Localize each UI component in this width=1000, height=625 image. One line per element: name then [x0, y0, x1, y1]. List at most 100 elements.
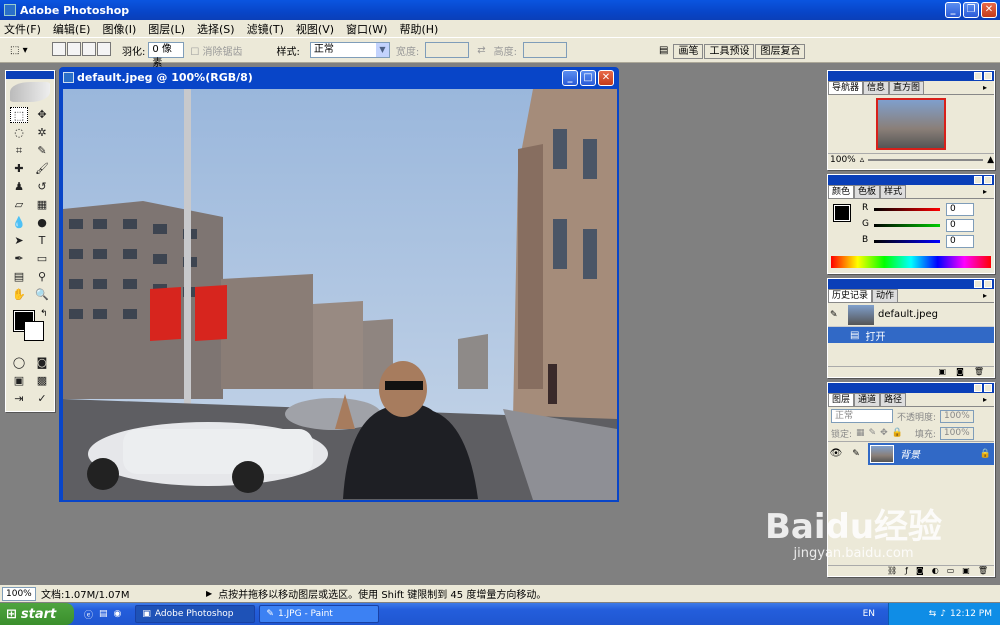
tab-paths[interactable]: 路径	[880, 393, 907, 406]
width-input[interactable]	[425, 42, 470, 58]
history-brush-source-icon[interactable]: ✎	[830, 310, 844, 320]
zoom-tool-icon[interactable]: 🔍	[33, 287, 51, 303]
panel-minimize-button[interactable]	[974, 384, 982, 392]
height-input[interactable]	[523, 42, 568, 58]
menu-window[interactable]: 窗口(W)	[346, 21, 387, 37]
color-foreground-swatch[interactable]	[833, 204, 851, 222]
menu-select[interactable]: 选择(S)	[197, 21, 235, 37]
history-panel-header[interactable]	[828, 279, 994, 289]
new-snapshot-icon[interactable]: ◙	[956, 367, 964, 377]
healing-brush-icon[interactable]: ✚	[10, 161, 28, 177]
lock-paint-icon[interactable]: ✎	[869, 428, 877, 438]
tab-actions[interactable]: 动作	[872, 289, 899, 302]
toolbox-header[interactable]	[6, 71, 54, 79]
blur-tool-icon[interactable]: 💧	[10, 215, 28, 231]
imageready-icon[interactable]: ⇥	[10, 391, 28, 407]
magic-wand-icon[interactable]: ✲	[33, 125, 51, 141]
panel-menu-icon[interactable]: ▸	[980, 290, 990, 302]
marquee-preset-icon[interactable]: ⬚ ▾	[10, 45, 40, 56]
crop-tool-icon[interactable]: ⌗	[10, 143, 28, 159]
color-spectrum-bar[interactable]	[831, 256, 991, 268]
move-tool-icon[interactable]: ✥	[33, 107, 51, 123]
intersect-selection-icon[interactable]	[97, 41, 111, 56]
status-doc-size[interactable]: 文档:1.07M/1.07M	[41, 586, 201, 601]
network-icon[interactable]: ⇆	[929, 609, 937, 619]
type-tool-icon[interactable]: T	[33, 233, 51, 249]
eyedropper-icon[interactable]: ⚲	[33, 269, 51, 285]
clock[interactable]: 12:12 PM	[950, 609, 992, 619]
panel-close-button[interactable]	[984, 280, 992, 288]
panel-menu-icon[interactable]: ▸	[980, 394, 990, 406]
gradient-tool-icon[interactable]: ▦	[33, 197, 51, 213]
antialias-checkbox[interactable]: ☐ 消除锯齿	[190, 43, 242, 58]
menu-image[interactable]: 图像(I)	[102, 21, 136, 37]
dodge-tool-icon[interactable]: ●	[33, 215, 51, 231]
delete-layer-icon[interactable]: 🗑	[978, 566, 988, 576]
tab-styles[interactable]: 样式	[880, 185, 907, 198]
menu-edit[interactable]: 编辑(E)	[53, 21, 91, 37]
slice-tool-icon[interactable]: ✎	[33, 143, 51, 159]
zoom-slider[interactable]	[868, 159, 984, 161]
menu-file[interactable]: 文件(F)	[4, 21, 41, 37]
panel-menu-icon[interactable]: ▸	[980, 186, 990, 198]
tab-swatches[interactable]: 色板	[854, 185, 881, 198]
tab-channels[interactable]: 通道	[854, 393, 881, 406]
lasso-tool-icon[interactable]: ◌	[10, 125, 28, 141]
volume-icon[interactable]: ♪	[940, 609, 946, 619]
tab-info[interactable]: 信息	[863, 81, 890, 94]
lock-move-icon[interactable]: ✥	[880, 428, 888, 438]
close-button[interactable]: ✕	[981, 2, 997, 18]
status-arrow-icon[interactable]: ▶	[206, 589, 212, 598]
navigator-thumbnail[interactable]	[876, 98, 946, 150]
restore-button[interactable]: ❐	[963, 2, 979, 18]
new-layer-icon[interactable]: ▣	[962, 566, 970, 576]
status-zoom-input[interactable]: 100%	[2, 586, 36, 601]
layer-style-icon[interactable]: ƒ	[905, 566, 908, 576]
desktop-quicklaunch-icon[interactable]: ▤	[99, 609, 108, 619]
swap-colors-icon[interactable]: ↰	[40, 309, 48, 319]
clone-stamp-icon[interactable]: ♟	[10, 179, 28, 195]
menu-filter[interactable]: 滤镜(T)	[247, 21, 284, 37]
zoom-out-icon[interactable]: ▵	[860, 155, 865, 165]
blend-mode-select[interactable]: 正常	[831, 409, 893, 423]
path-select-icon[interactable]: ➤	[10, 233, 28, 249]
doc-maximize-button[interactable]: □	[580, 70, 596, 86]
screen-mode-icon[interactable]: ▣	[10, 373, 28, 389]
swap-icon[interactable]: ⇄	[477, 45, 485, 56]
eye-icon[interactable]: 👁	[828, 448, 844, 459]
shape-tool-icon[interactable]: ▭	[33, 251, 51, 267]
palette-tab-layer-comps[interactable]: 图层复合	[755, 44, 806, 59]
navigator-zoom-value[interactable]: 100%	[830, 155, 856, 165]
layer-item-background[interactable]: 背景 🔒	[868, 442, 994, 465]
zoom-in-icon[interactable]: ▲	[987, 155, 994, 165]
notes-tool-icon[interactable]: ▤	[10, 269, 28, 285]
pen-tool-icon[interactable]: ✒	[10, 251, 28, 267]
layers-panel-header[interactable]	[828, 383, 994, 393]
language-indicator[interactable]: EN	[863, 609, 875, 619]
layer-row[interactable]: 👁 ✎ 背景 🔒	[828, 441, 994, 465]
tab-color[interactable]: 颜色	[828, 185, 855, 198]
history-brush-icon[interactable]: ↺	[33, 179, 51, 195]
panel-menu-icon[interactable]: ▸	[980, 82, 990, 94]
b-slider[interactable]	[874, 240, 940, 243]
new-group-icon[interactable]: ▭	[947, 566, 955, 576]
lock-all-icon[interactable]: 🔒	[892, 428, 903, 438]
media-quicklaunch-icon[interactable]: ◉	[114, 609, 122, 619]
task-photoshop[interactable]: ▣ Adobe Photoshop	[135, 605, 256, 623]
brush-tool-icon[interactable]: 🖌	[33, 161, 51, 177]
panel-close-button[interactable]	[984, 176, 992, 184]
palette-tab-tool-presets[interactable]: 工具预设	[704, 44, 755, 59]
fill-input[interactable]: 100%	[939, 426, 974, 440]
history-snapshot-row[interactable]: ✎ default.jpeg	[828, 303, 994, 327]
task-paint[interactable]: ✎ 1.JPG - Paint	[259, 605, 380, 623]
g-input[interactable]: 0	[946, 219, 974, 232]
minimize-button[interactable]: _	[945, 2, 961, 18]
panel-close-button[interactable]	[984, 72, 992, 80]
style-select[interactable]: 正常 ▼	[309, 42, 390, 58]
feather-logo-icon[interactable]	[10, 82, 50, 102]
doc-close-button[interactable]: ✕	[598, 70, 614, 86]
navigator-panel-header[interactable]	[828, 71, 994, 81]
r-input[interactable]: 0	[946, 203, 974, 216]
new-selection-icon[interactable]	[52, 41, 66, 56]
start-button[interactable]: ⊞ start	[0, 603, 74, 625]
